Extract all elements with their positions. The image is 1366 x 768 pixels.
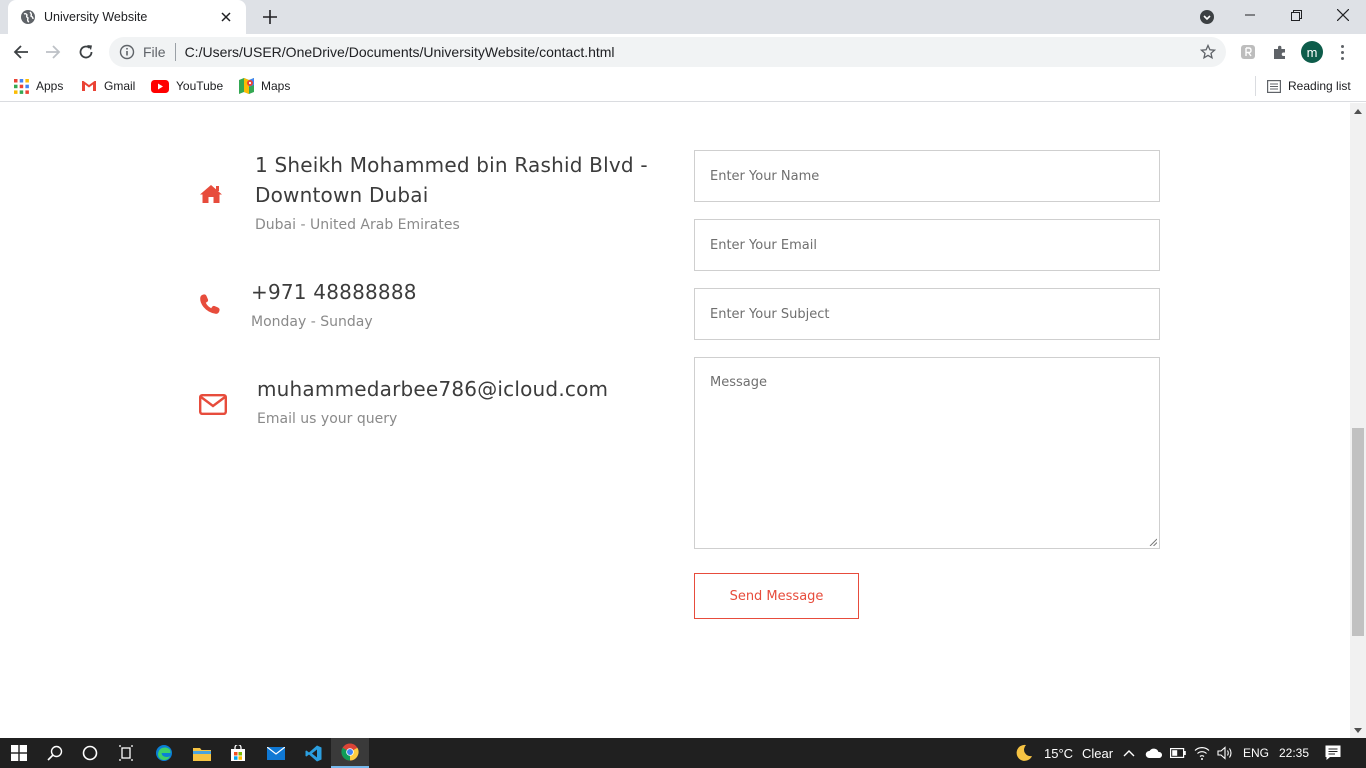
minimize-icon[interactable] — [1227, 0, 1273, 30]
url-text[interactable]: C:/Users/USER/OneDrive/Documents/Univers… — [185, 44, 615, 60]
windows-taskbar: 15°C Clear ENG 22:35 — [0, 738, 1366, 768]
chrome-taskbar-icon[interactable] — [331, 738, 369, 768]
notifications-icon[interactable] — [1325, 745, 1341, 761]
address-bar[interactable]: File C:/Users/USER/OneDrive/Documents/Un… — [109, 37, 1226, 67]
browser-tab[interactable]: University Website — [8, 0, 246, 34]
clock[interactable]: 22:35 — [1279, 738, 1309, 768]
phone-icon — [200, 294, 220, 314]
volume-icon[interactable] — [1217, 746, 1233, 760]
search-icon[interactable] — [36, 738, 74, 768]
extension-r-icon[interactable] — [1238, 42, 1258, 62]
onedrive-cloud-icon[interactable] — [1145, 747, 1163, 759]
tab-strip: University Website — [0, 0, 1366, 34]
url-divider — [174, 43, 176, 61]
email-input[interactable]: Enter Your Email — [694, 219, 1160, 271]
reading-list-label: Reading list — [1288, 79, 1351, 93]
email-address: muhammedarbee786@icloud.com — [257, 377, 609, 401]
apps-grid-icon — [14, 78, 29, 94]
resize-handle-icon[interactable] — [1149, 538, 1157, 546]
bookmark-label: Maps — [261, 79, 291, 93]
subject-input[interactable]: Enter Your Subject — [694, 288, 1160, 340]
cortana-icon[interactable] — [71, 738, 109, 768]
bookmark-youtube[interactable]: YouTube — [151, 76, 223, 96]
reload-icon[interactable] — [72, 38, 100, 66]
weather-condition[interactable]: Clear — [1082, 738, 1113, 768]
maps-icon — [239, 78, 254, 94]
phone-sub: Monday - Sunday — [251, 314, 373, 330]
mail-icon[interactable] — [257, 738, 295, 768]
bookmark-label: YouTube — [176, 79, 224, 93]
windows-start-icon[interactable] — [0, 738, 38, 768]
email-sub: Email us your query — [257, 411, 398, 427]
battery-icon[interactable] — [1170, 748, 1186, 758]
info-icon[interactable] — [119, 44, 135, 60]
bookmark-star-icon[interactable] — [1200, 44, 1216, 60]
bookmarks-bar: Apps Gmail YouTube Maps Reading list — [0, 70, 1366, 102]
back-arrow-icon[interactable] — [7, 38, 35, 66]
browser-menu-icon[interactable] — [1338, 42, 1346, 62]
envelope-icon — [199, 394, 227, 415]
close-tab-icon[interactable] — [218, 9, 234, 25]
browser-toolbar: File C:/Users/USER/OneDrive/Documents/Un… — [0, 34, 1366, 70]
bookmarks-divider — [1255, 76, 1256, 96]
forward-arrow-icon[interactable] — [39, 38, 67, 66]
scroll-down-arrow-icon[interactable] — [1354, 728, 1362, 733]
reading-list-button[interactable]: Reading list — [1267, 76, 1351, 96]
name-input[interactable]: Enter Your Name — [694, 150, 1160, 202]
language-indicator[interactable]: ENG — [1243, 738, 1269, 768]
puzzle-extensions-icon[interactable] — [1270, 42, 1290, 62]
edge-icon[interactable] — [145, 738, 183, 768]
scroll-up-arrow-icon[interactable] — [1354, 109, 1362, 114]
address-line: 1 Sheikh Mohammed bin Rashid Blvd - Down… — [255, 153, 648, 207]
contact-page: 1 Sheikh Mohammed bin Rashid Blvd - Down… — [0, 103, 1350, 738]
tab-title: University Website — [44, 10, 148, 24]
moon-weather-icon[interactable] — [1015, 744, 1033, 762]
message-placeholder: Message — [710, 375, 767, 390]
url-scheme: File — [143, 44, 166, 60]
profile-avatar[interactable]: m — [1301, 41, 1323, 63]
page-scrollbar[interactable] — [1350, 103, 1366, 738]
close-window-icon[interactable] — [1320, 0, 1366, 30]
scrollbar-thumb[interactable] — [1352, 428, 1364, 636]
phone-number: +971 48888888 — [251, 280, 417, 304]
bookmark-gmail[interactable]: Gmail — [81, 76, 135, 96]
bookmark-maps[interactable]: Maps — [239, 76, 290, 96]
chevron-up-icon[interactable] — [1123, 749, 1135, 757]
bookmark-label: Apps — [36, 79, 64, 93]
gmail-icon — [82, 81, 96, 91]
wifi-icon[interactable] — [1194, 746, 1210, 760]
address-sub: Dubai - United Arab Emirates — [255, 217, 460, 233]
home-icon — [200, 185, 222, 203]
file-explorer-icon[interactable] — [183, 738, 221, 768]
store-icon[interactable] — [219, 738, 257, 768]
globe-icon — [21, 10, 35, 24]
weather-temp[interactable]: 15°C — [1044, 738, 1073, 768]
send-message-button[interactable]: Send Message — [694, 573, 859, 619]
restore-icon[interactable] — [1273, 0, 1319, 30]
bookmark-label: Gmail — [104, 79, 136, 93]
message-textarea[interactable]: Message — [694, 357, 1160, 549]
tab-search-icon[interactable] — [1197, 7, 1217, 27]
reading-list-icon — [1267, 79, 1281, 93]
task-view-icon[interactable] — [107, 738, 145, 768]
new-tab-button[interactable] — [258, 6, 282, 28]
bookmark-apps[interactable]: Apps — [14, 76, 63, 96]
vscode-icon[interactable] — [294, 738, 332, 768]
youtube-icon — [151, 79, 169, 93]
